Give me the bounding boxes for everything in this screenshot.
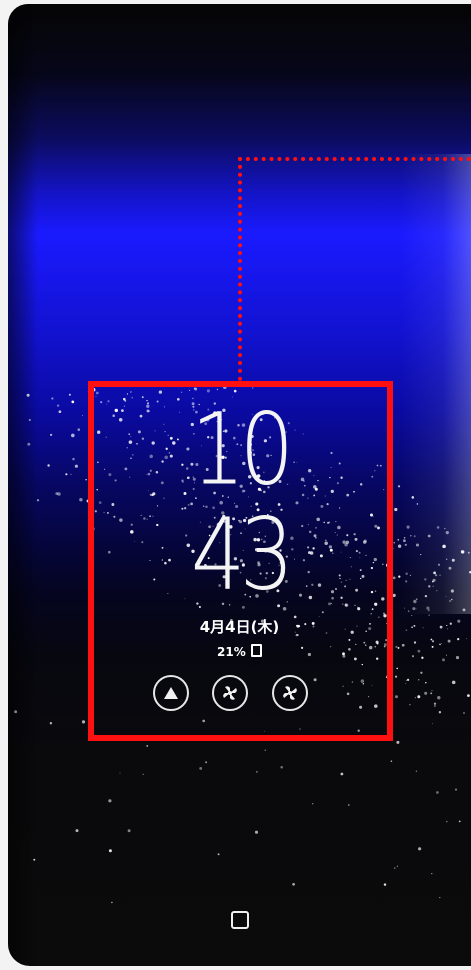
callout-dotted-line-horizontal [238,157,471,161]
callout-dotted-line-vertical [238,157,242,381]
recents-icon[interactable] [231,911,249,929]
highlight-box [88,381,393,741]
